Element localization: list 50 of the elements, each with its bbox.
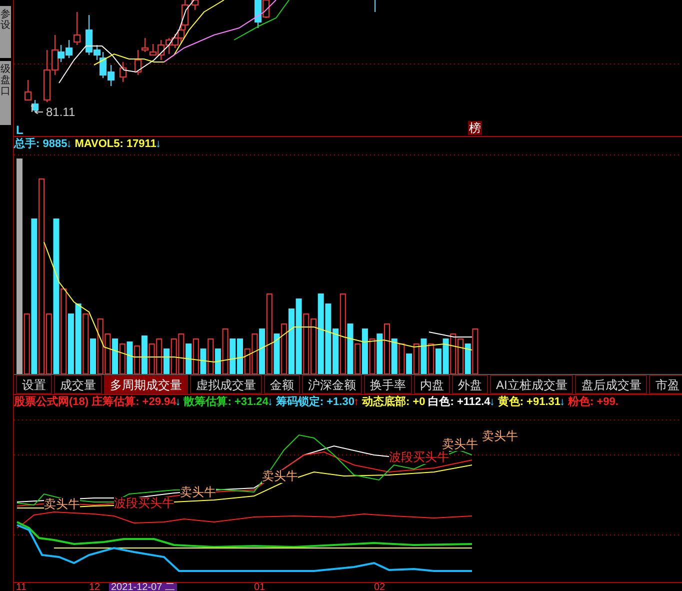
buy-signal-label: 波段买头牛 (114, 497, 174, 510)
axis-label: 02 (374, 583, 386, 591)
trend-arrow: ↓ (489, 395, 495, 410)
indicator-tab[interactable]: 换手率 (364, 375, 412, 394)
trend-arrow: ↓ (155, 137, 161, 152)
sell-signal-label: 卖头牛 (482, 430, 518, 444)
cursor-date-label: 2021-12-07 二 (109, 583, 177, 591)
legend-text: 总手: 9885 (14, 137, 68, 152)
price-label: 81.11 (46, 104, 76, 121)
indicator-tab[interactable]: 沪深金额 (302, 375, 362, 394)
indicator-tab[interactable]: 多周期成交量 (104, 375, 188, 394)
sell-signal-label: 卖头牛 (442, 438, 478, 452)
pointer-arrow-icon (31, 104, 43, 114)
trend-arrow: ↓ (66, 137, 72, 152)
indicator-tab[interactable]: 金额 (264, 375, 300, 394)
candlestick (374, 0, 376, 12)
indicator-tab[interactable]: 盘后成交量 (575, 375, 648, 394)
legend-text: 庄筹估算: +29.94 (92, 395, 176, 410)
indicator-tab[interactable]: 内盘 (414, 375, 450, 394)
legend-text: 散筹估算: +31.24 (184, 395, 268, 410)
axis-label: 11 (16, 583, 26, 591)
sell-signal-label: 卖头牛 (44, 498, 80, 512)
legend-text: MAVOL5: 17911 (74, 137, 156, 152)
axis-label: 01 (254, 583, 266, 591)
sell-signal-label: 卖头牛 (262, 470, 298, 484)
indicator-tab[interactable]: 虚拟成交量 (190, 375, 262, 394)
legend-text: 粉色: +99. (568, 395, 618, 410)
candlestick (120, 62, 126, 82)
side-tab[interactable]: 参设 (0, 6, 11, 58)
legend-text: 股票公式网(18) (14, 395, 89, 410)
trend-arrow: ↓ (559, 395, 565, 410)
axis-label: 12 (89, 583, 100, 591)
trend-arrow: ↓ (267, 395, 273, 410)
period-mark: L (16, 122, 24, 138)
indicator-tab[interactable]: 外盘 (452, 375, 488, 394)
side-tab[interactable]: 级盘口 (0, 61, 11, 125)
buy-signal-label: 波段买头牛 (389, 451, 449, 464)
indicator-tab[interactable]: 市盈 (649, 375, 682, 394)
candlestick (192, 0, 198, 10)
indicator-tab[interactable]: 设置 (16, 375, 52, 394)
legend-text: 筹码锁定: +1.30 (276, 395, 354, 410)
legend-text: 动态底部: +0 (362, 395, 426, 410)
trend-arrow: ↑ (353, 395, 359, 410)
trend-arrow: ↓ (175, 395, 181, 410)
legend-text: 黄色: +91.31 (498, 395, 560, 410)
indicator-tab[interactable]: 成交量 (54, 375, 102, 394)
legend-text: 白色: +112.4 (428, 395, 490, 410)
rank-badge[interactable]: 榜 (468, 121, 482, 135)
sell-signal-label: 卖头牛 (180, 486, 216, 500)
indicator-tab[interactable]: AI立桩成交量 (490, 375, 574, 394)
